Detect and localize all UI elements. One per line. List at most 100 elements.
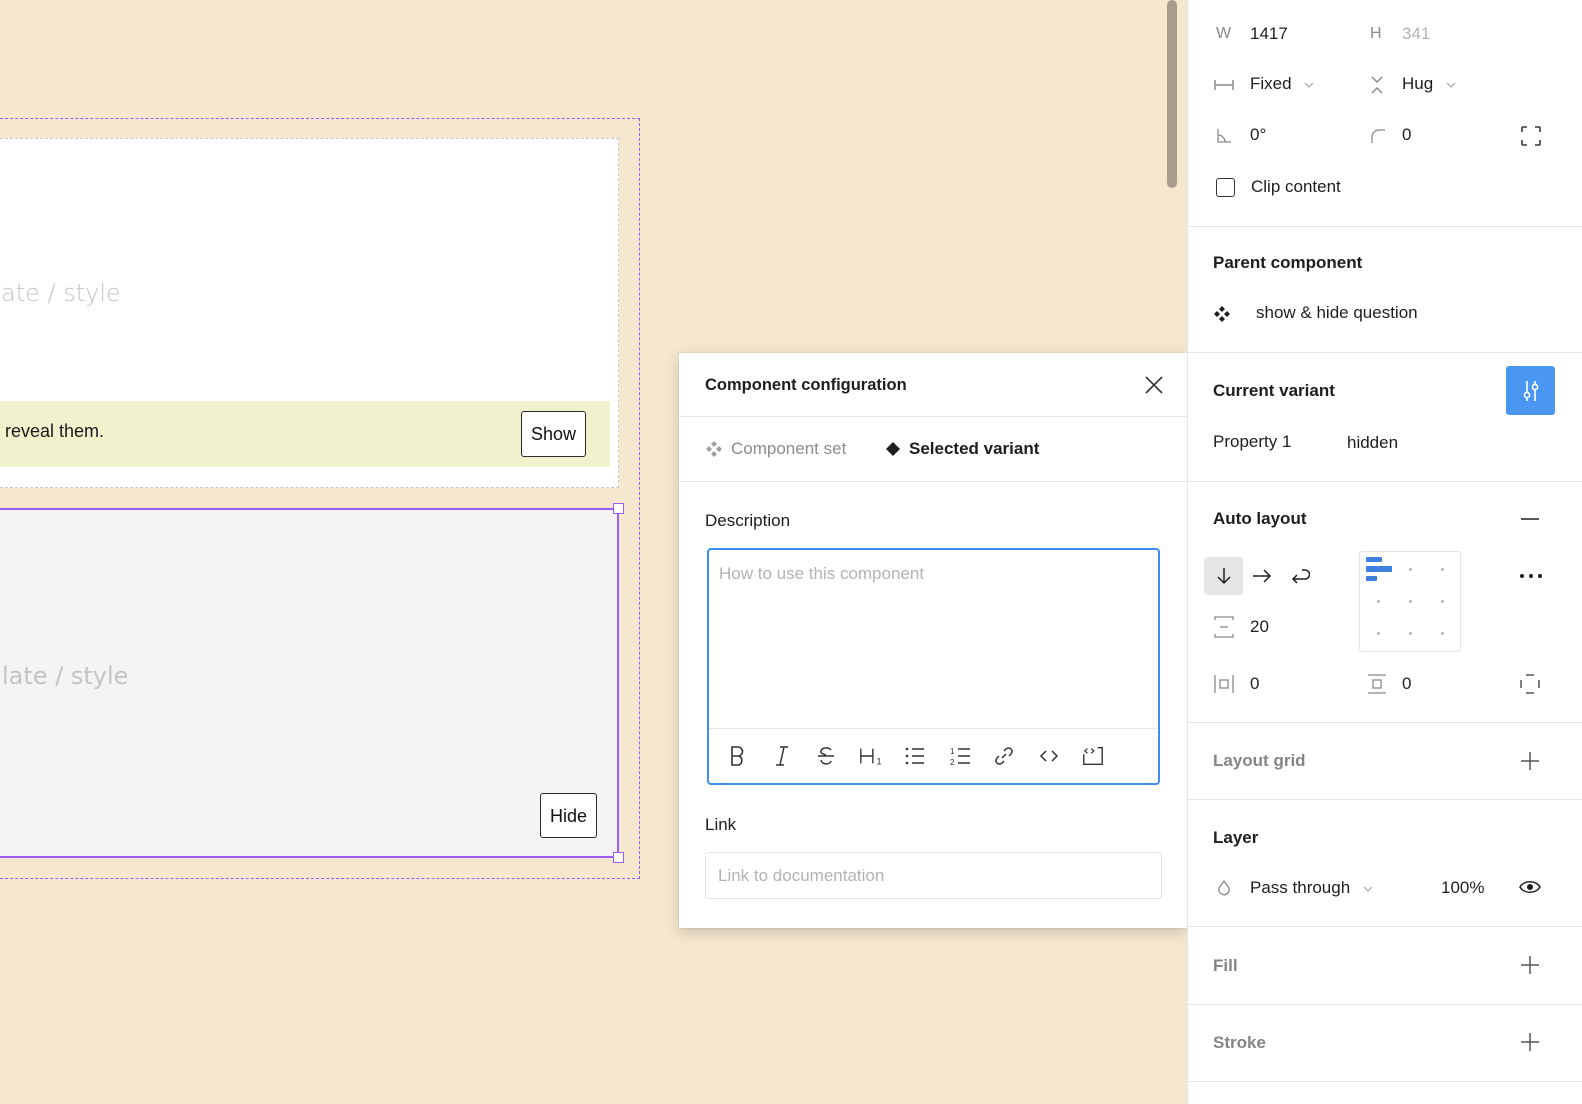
direction-horizontal-button[interactable] <box>1242 557 1281 595</box>
divider <box>1188 352 1582 353</box>
blend-mode-dropdown[interactable]: Pass through <box>1250 878 1373 898</box>
description-input[interactable] <box>709 550 1158 728</box>
horizontal-resizing-icon <box>1214 80 1234 90</box>
chevron-down-icon <box>1446 82 1456 88</box>
remove-auto-layout-icon[interactable] <box>1519 508 1541 530</box>
rotation-input[interactable]: 0° <box>1250 125 1266 145</box>
width-mode-dropdown[interactable]: Fixed <box>1250 74 1314 94</box>
layout-grid-title: Layout grid <box>1213 751 1306 770</box>
blend-mode-value: Pass through <box>1250 878 1351 897</box>
code-block-icon <box>1083 747 1103 765</box>
code-button[interactable] <box>1037 744 1061 768</box>
link-input[interactable] <box>705 852 1162 899</box>
divider <box>1188 926 1582 927</box>
show-button[interactable]: Show <box>521 411 587 457</box>
placeholder-text: late / style <box>2 662 129 690</box>
dialog-title: Component configuration <box>705 376 907 394</box>
eye-icon[interactable] <box>1519 879 1541 895</box>
reveal-bar: reveal them. Show <box>0 401 610 467</box>
resize-handle-top-right[interactable] <box>613 503 624 514</box>
corner-radius-input[interactable]: 0 <box>1402 125 1411 145</box>
alignment-dot <box>1409 600 1412 603</box>
formatting-toolbar: 1 12 <box>709 728 1158 783</box>
add-stroke-icon[interactable] <box>1519 1031 1541 1053</box>
arrow-right-icon <box>1252 569 1271 583</box>
bulleted-list-button[interactable] <box>903 744 927 768</box>
alignment-bar <box>1366 566 1392 572</box>
svg-text:1: 1 <box>876 756 881 766</box>
horizontal-padding-icon <box>1214 675 1234 693</box>
divider <box>1188 481 1582 482</box>
width-input[interactable]: 1417 <box>1250 24 1288 44</box>
divider <box>1188 1081 1582 1082</box>
height-label: H <box>1370 25 1382 42</box>
strikethrough-button[interactable] <box>814 744 838 768</box>
height-input[interactable]: 341 <box>1402 24 1430 44</box>
clip-content-checkbox[interactable] <box>1216 178 1235 197</box>
alignment-grid[interactable] <box>1359 551 1461 652</box>
add-layout-grid-icon[interactable] <box>1519 750 1541 772</box>
alignment-dot <box>1409 632 1412 635</box>
vertical-padding-icon <box>1368 674 1386 694</box>
parent-component-link[interactable]: show & hide question <box>1256 303 1418 323</box>
code-icon <box>1039 750 1058 762</box>
more-options-icon[interactable] <box>1518 567 1544 585</box>
fill-title: Fill <box>1213 956 1238 975</box>
variant-properties-button[interactable] <box>1506 366 1555 415</box>
italic-button[interactable] <box>770 744 794 768</box>
height-mode-dropdown[interactable]: Hug <box>1402 74 1456 94</box>
numbered-list-button[interactable]: 12 <box>948 744 972 768</box>
alignment-dot <box>1377 632 1380 635</box>
direction-wrap-button[interactable] <box>1280 557 1319 595</box>
link-label: Link <box>705 815 737 834</box>
vertical-padding-input[interactable]: 0 <box>1402 674 1411 694</box>
component-configuration-dialog: Component configuration Component set Se… <box>679 353 1187 928</box>
resize-handle-bottom-right[interactable] <box>613 852 624 863</box>
numbered-list-icon: 12 <box>950 747 970 767</box>
heading-button[interactable]: 1 <box>859 744 883 768</box>
spacing-input[interactable]: 20 <box>1250 617 1269 637</box>
chevron-down-icon <box>1304 82 1314 88</box>
canvas-scrollbar[interactable] <box>1167 0 1177 188</box>
independent-corners-icon[interactable] <box>1521 126 1541 146</box>
current-variant-title: Current variant <box>1213 381 1335 400</box>
variant-shown-card[interactable]: ate / style reveal them. Show <box>0 138 619 488</box>
svg-text:1: 1 <box>950 747 955 756</box>
variant-hidden-card[interactable]: late / style Hide <box>0 508 619 858</box>
alignment-dot <box>1441 568 1444 571</box>
tab-label: Selected variant <box>909 439 1040 458</box>
description-editor: 1 12 <box>707 548 1160 785</box>
property-value-dropdown[interactable]: hidden <box>1347 433 1398 453</box>
variant-diamond-icon <box>886 442 900 456</box>
opacity-input[interactable]: 100% <box>1441 878 1484 898</box>
divider <box>1188 226 1582 227</box>
heading-1-icon: 1 <box>859 748 881 766</box>
clip-content-label: Clip content <box>1251 177 1341 196</box>
chevron-down-icon <box>1363 886 1373 892</box>
add-fill-icon[interactable] <box>1519 954 1541 976</box>
alignment-bar <box>1366 557 1382 562</box>
individual-padding-icon[interactable] <box>1520 674 1540 694</box>
dialog-header: Component configuration <box>679 353 1187 417</box>
tab-selected-variant[interactable]: Selected variant <box>885 439 1039 459</box>
link-button[interactable] <box>992 744 1016 768</box>
tab-component-set[interactable]: Component set <box>705 439 846 459</box>
horizontal-padding-input[interactable]: 0 <box>1250 674 1259 694</box>
placeholder-text: ate / style <box>1 279 121 307</box>
rotation-icon <box>1217 129 1231 143</box>
width-mode-value: Fixed <box>1250 74 1292 93</box>
bold-icon <box>731 746 744 766</box>
blend-mode-icon <box>1218 879 1230 896</box>
bold-button[interactable] <box>725 744 749 768</box>
hide-button[interactable]: Hide <box>540 793 598 838</box>
alignment-dot <box>1441 632 1444 635</box>
alignment-bar <box>1366 576 1377 581</box>
code-block-button[interactable] <box>1081 744 1105 768</box>
close-button[interactable] <box>1143 374 1165 396</box>
svg-text:2: 2 <box>950 758 955 767</box>
component-set-icon <box>706 441 722 457</box>
direction-vertical-button[interactable] <box>1204 557 1243 595</box>
divider <box>1188 1004 1582 1005</box>
vertical-hug-icon <box>1371 76 1383 94</box>
auto-layout-title: Auto layout <box>1213 509 1307 528</box>
